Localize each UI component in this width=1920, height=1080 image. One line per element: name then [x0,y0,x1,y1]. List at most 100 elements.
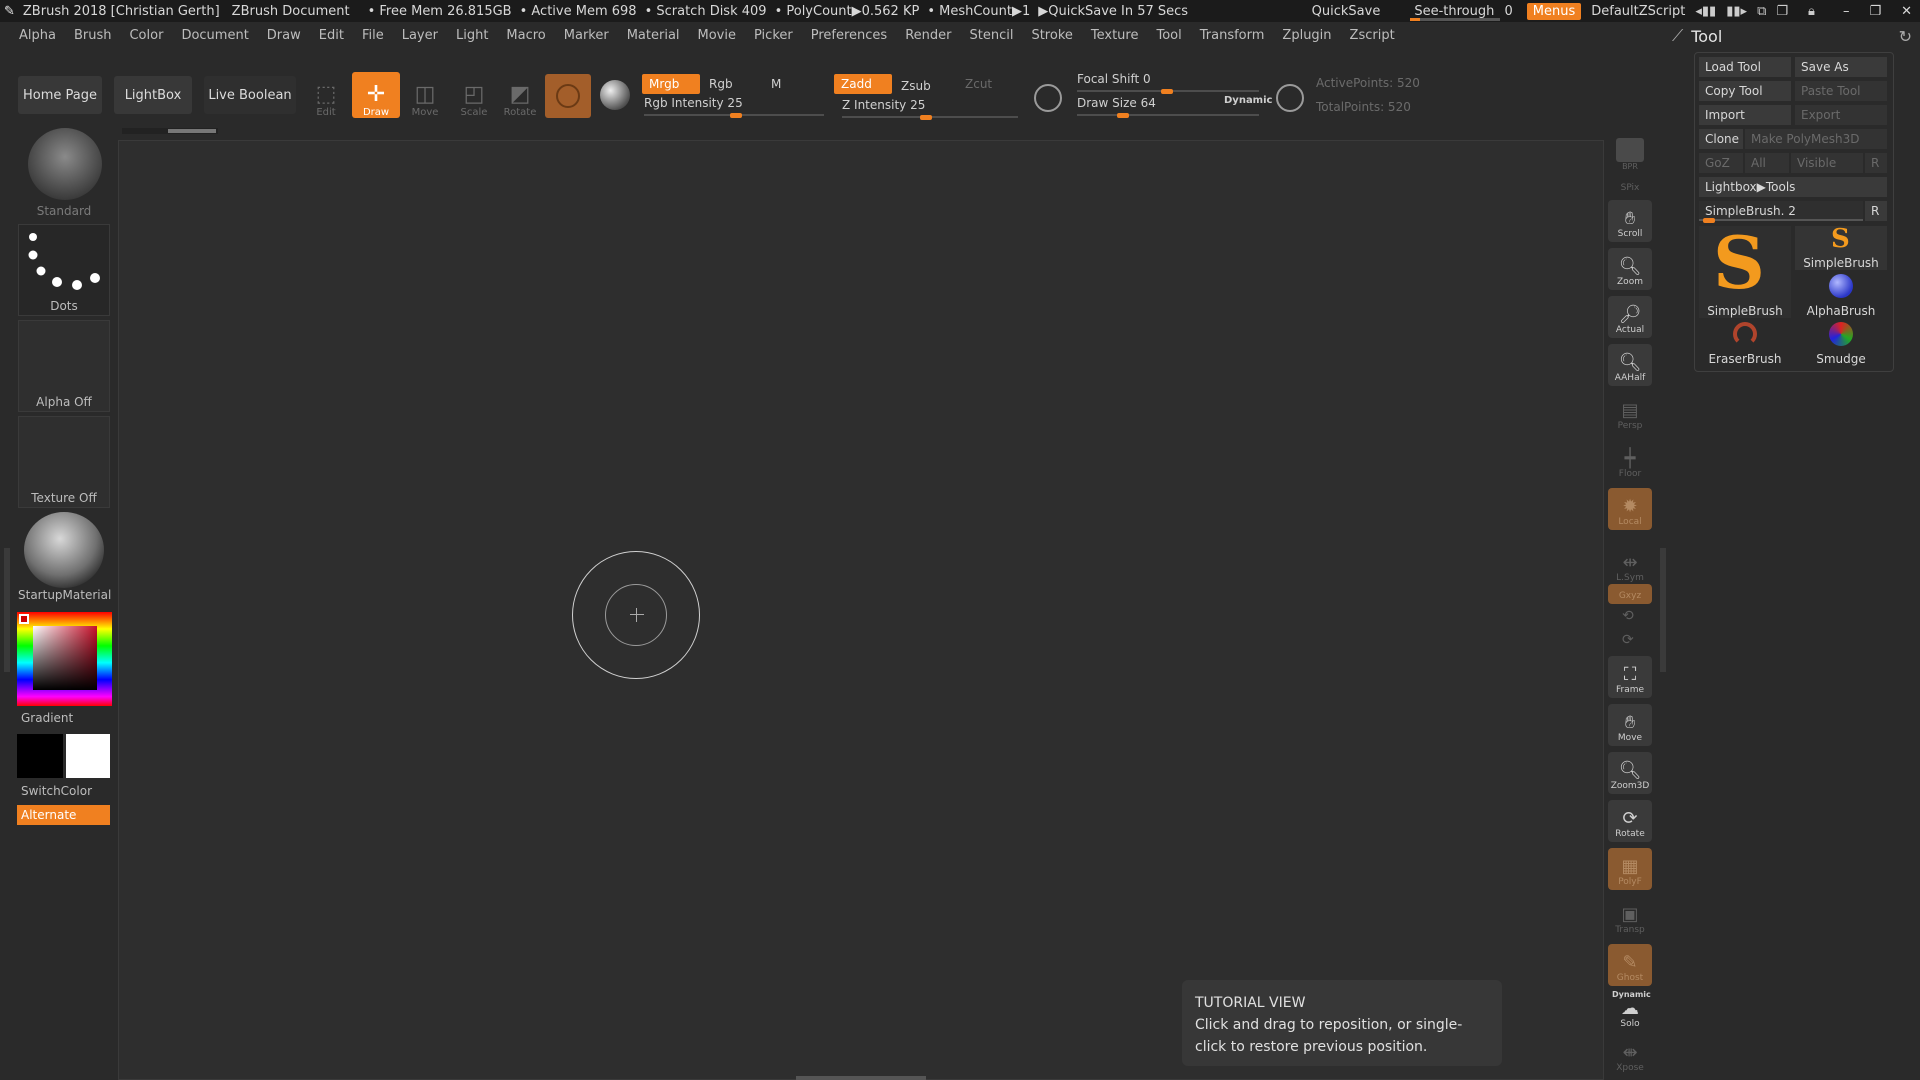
save-as-button[interactable]: Save As [1795,57,1887,77]
actual-button[interactable]: 🔎︎ Actual [1608,296,1652,338]
menu-macro[interactable]: Macro [497,26,554,46]
menu-zplugin[interactable]: Zplugin [1273,26,1340,46]
menu-zscript[interactable]: Zscript [1341,26,1404,46]
smudge-thumb[interactable]: Smudge [1795,320,1887,366]
rgb-button[interactable]: Rgb [702,74,740,94]
spotlight-d-icon[interactable] [1276,84,1304,112]
menu-preferences[interactable]: Preferences [802,26,896,46]
frame-button[interactable]: ⛶ Frame [1608,656,1652,698]
layout-icon[interactable]: ◂▮▮ [1695,4,1716,19]
export-button[interactable]: Export [1795,105,1887,125]
xpose-button[interactable]: ⇼ Xpose [1608,1040,1652,1076]
menu-document[interactable]: Document [172,26,257,46]
alphabrush-thumb[interactable]: AlphaBrush [1795,272,1887,318]
default-zscript-button[interactable]: DefaultZScript [1591,4,1685,19]
live-boolean-button[interactable]: Live Boolean [204,76,296,114]
right-collapse-handle[interactable] [1660,548,1666,672]
lightbox-tools-button[interactable]: Lightbox▶Tools [1699,177,1887,197]
secondary-color-swatch[interactable] [66,734,110,778]
stroke-thumbnail[interactable]: Dots [18,224,110,316]
left-collapse-handle[interactable] [4,548,10,672]
menu-stroke[interactable]: Stroke [1022,26,1081,46]
all-button[interactable]: All [1745,153,1789,173]
tool-palette-header[interactable]: ⟋ Tool ↻ [1672,24,1912,48]
menu-edit[interactable]: Edit [310,26,353,46]
polyf-button[interactable]: ▦ PolyF [1608,848,1652,890]
visible-button[interactable]: Visible [1791,153,1863,173]
window-tile-icon[interactable]: ⧉ [1757,4,1766,19]
canvas-bottom-scroll[interactable] [796,1076,926,1080]
window-stack-icon[interactable]: ❐ [1776,4,1788,19]
menu-color[interactable]: Color [120,26,172,46]
menu-picker[interactable]: Picker [745,26,802,46]
alpha-thumbnail[interactable]: Alpha Off [18,320,110,412]
current-tool-slider[interactable]: SimpleBrush. 2 [1699,201,1863,223]
move-mode-button[interactable]: ◫ Move [401,72,449,118]
color-picker[interactable] [17,612,112,706]
z-intensity-slider[interactable]: Z Intensity 25 [842,98,1018,120]
zoom3d-button[interactable]: 🔍︎ Zoom3D [1608,752,1652,794]
copy-tool-button[interactable]: Copy Tool [1699,81,1791,101]
close-icon[interactable]: ✕ [1901,4,1912,19]
primary-color-swatch[interactable] [17,734,63,778]
simplebrush-large-thumb[interactable]: S SimpleBrush [1699,220,1791,318]
rotate-button[interactable]: ⟳ Rotate [1608,800,1652,842]
rotate-axis-icon[interactable]: ⟲ [1622,608,1634,624]
paste-tool-button[interactable]: Paste Tool [1795,81,1887,101]
floor-button[interactable]: ┿ Floor [1608,440,1652,482]
lock-icon[interactable]: 🔒︎ [1808,4,1815,19]
load-tool-button[interactable]: Load Tool [1699,57,1791,77]
gxyz-button[interactable]: Gxyz [1608,584,1652,604]
material-thumbnail[interactable]: StartupMaterial [18,512,111,604]
layout-alt-icon[interactable]: ▮▮▸ [1726,4,1747,19]
texture-thumbnail[interactable]: Texture Off [18,416,110,508]
solo-button[interactable]: ☁ Solo [1608,999,1652,1032]
switch-color-button[interactable]: SwitchColor [21,784,92,798]
bpr-button[interactable]: BPR [1608,132,1652,174]
menu-render[interactable]: Render [896,26,960,46]
scroll-button[interactable]: ✋︎ Scroll [1608,200,1652,242]
brush-thumbnail[interactable]: Standard [18,124,110,220]
lightbox-button[interactable]: LightBox [114,76,192,114]
sphere-material-icon[interactable] [600,80,630,110]
quicksave-button[interactable]: QuickSave [1306,3,1387,20]
tray-scroll-bar[interactable] [122,128,218,134]
menu-alpha[interactable]: Alpha [0,26,65,46]
menu-movie[interactable]: Movie [689,26,745,46]
menu-brush[interactable]: Brush [65,26,121,46]
make-polymesh-button[interactable]: Make PolyMesh3D [1745,129,1887,149]
m-button[interactable]: M [764,74,788,94]
lsym-button[interactable]: ⇹ L.Sym [1608,544,1652,586]
persp-button[interactable]: ▤ Persp [1608,392,1652,434]
draw-mode-button[interactable]: ✛ Draw [352,72,400,118]
menu-stencil[interactable]: Stencil [960,26,1022,46]
goz-button[interactable]: GoZ [1699,153,1743,173]
menu-tool[interactable]: Tool [1147,26,1190,46]
menu-layer[interactable]: Layer [393,26,447,46]
pin-icon[interactable]: ⟋ [1672,26,1683,46]
dynamic-toggle[interactable]: Dynamic [1224,95,1272,106]
see-through-slider[interactable]: See-through 0 [1410,4,1516,21]
spotlight-s-icon[interactable] [1034,84,1062,112]
spix-slider[interactable]: SPix [1608,174,1652,196]
menu-light[interactable]: Light [447,26,497,46]
menu-draw[interactable]: Draw [258,26,310,46]
current-tool-r-button[interactable]: R [1865,201,1887,221]
zoom-button[interactable]: 🔍︎ Zoom [1608,248,1652,290]
reset-icon[interactable]: ↻ [1899,27,1912,46]
zcut-button[interactable]: Zcut [958,74,999,94]
menus-button[interactable]: Menus [1526,2,1582,20]
import-button[interactable]: Import [1699,105,1791,125]
move-button[interactable]: ✋︎ Move [1608,704,1652,746]
minimize-icon[interactable]: – [1843,4,1850,19]
eraserbrush-thumb[interactable]: EraserBrush [1699,320,1791,366]
rgb-intensity-slider[interactable]: Rgb Intensity 25 [644,96,824,118]
menu-texture[interactable]: Texture [1082,26,1148,46]
simplebrush-small-thumb[interactable]: S SimpleBrush [1795,224,1887,270]
goz-r-button[interactable]: R [1865,153,1887,173]
alternate-button[interactable]: Alternate [17,805,110,825]
home-page-button[interactable]: Home Page [18,76,102,114]
rotate-mode-button[interactable]: ◩ Rotate [496,72,544,118]
scale-mode-button[interactable]: ◰ Scale [450,72,498,118]
ghost-button[interactable]: ✎ Ghost [1608,944,1652,986]
